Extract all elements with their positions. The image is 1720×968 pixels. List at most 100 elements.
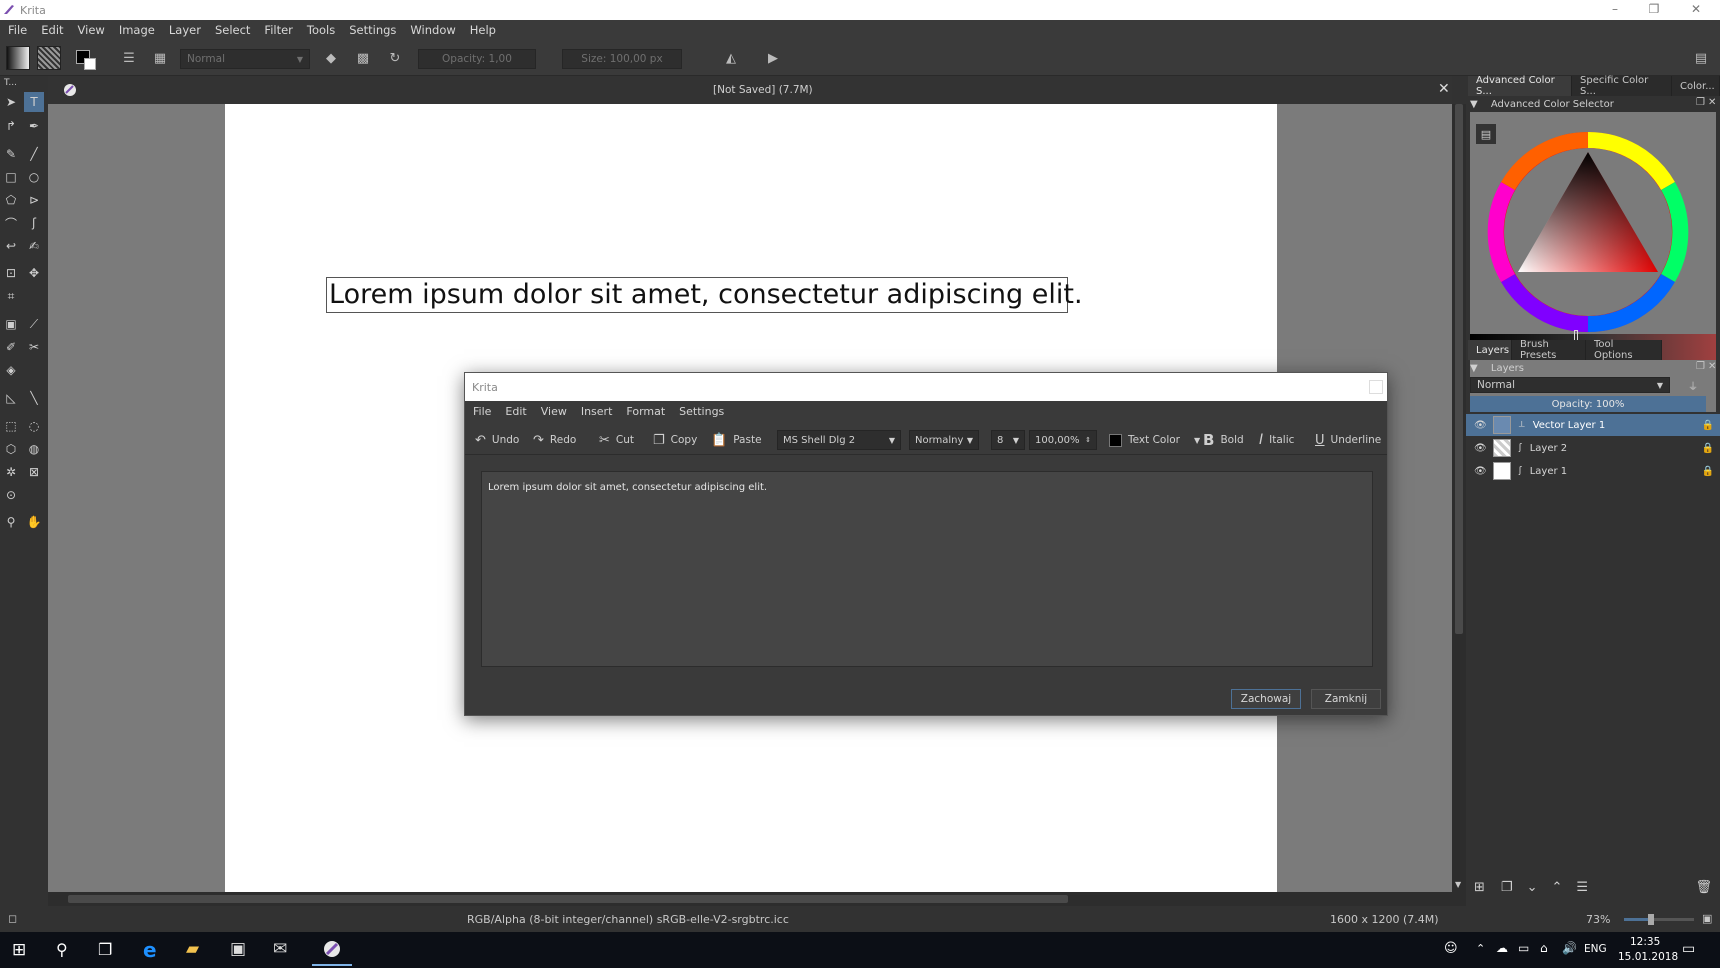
close-document-icon[interactable]: ✕ xyxy=(1438,81,1450,97)
edit-shapes-tool-icon[interactable]: ↱ xyxy=(1,116,21,136)
dialog-close-icon[interactable] xyxy=(1369,380,1383,394)
paragraph-style-select[interactable]: Normalny ▼ xyxy=(909,430,979,450)
italic-button[interactable]: I Italic xyxy=(1259,431,1294,449)
task-view-icon[interactable]: ❐ xyxy=(98,940,112,959)
workspace-chooser-icon[interactable]: ▤ xyxy=(1690,47,1712,69)
ellipse-tool-icon[interactable]: ○ xyxy=(24,167,44,187)
search-icon[interactable]: ⚲ xyxy=(56,940,68,959)
chevron-down-icon[interactable]: ▼ xyxy=(1194,436,1200,445)
crop-tool-icon[interactable]: ⌗ xyxy=(1,286,21,306)
size-slider[interactable]: Size: 100,00 px xyxy=(562,49,682,69)
save-button[interactable]: Zachowaj xyxy=(1231,689,1301,709)
clock-time[interactable]: 12:35 xyxy=(1630,936,1660,948)
brush-presets-icon[interactable]: ▦ xyxy=(149,47,171,69)
canvas-only-icon[interactable]: ▣ xyxy=(1702,912,1712,925)
canvas-text-shape[interactable]: Lorem ipsum dolor sit amet, consectetur … xyxy=(326,277,1083,313)
font-size-select[interactable]: 8 ▼ xyxy=(991,430,1025,450)
tab-tool-options[interactable]: Tool Options xyxy=(1586,339,1662,361)
layer-lock-icon[interactable]: 🔒 xyxy=(1702,466,1714,477)
color-picker-tool-icon[interactable]: ⟋ xyxy=(24,314,44,334)
close-window-button[interactable]: ✕ xyxy=(1676,2,1716,18)
dynamic-brush-tool-icon[interactable]: ↩ xyxy=(1,236,21,256)
add-layer-icon[interactable]: ⊞ xyxy=(1474,880,1485,895)
delete-layer-icon[interactable]: 🗑 xyxy=(1695,880,1712,895)
zoom-slider[interactable] xyxy=(1624,914,1694,925)
minimize-button[interactable]: – xyxy=(1595,2,1635,18)
visibility-eye-icon[interactable]: 👁 xyxy=(1474,443,1487,454)
bold-button[interactable]: B Bold xyxy=(1203,431,1244,449)
menu-image[interactable]: Image xyxy=(119,23,155,37)
onedrive-icon[interactable]: ☁ xyxy=(1496,941,1508,955)
close-docker-icon[interactable]: ✕ xyxy=(1708,97,1716,108)
menu-help[interactable]: Help xyxy=(470,23,496,37)
move-tool-icon[interactable]: ✥ xyxy=(24,263,44,283)
close-button[interactable]: Zamknij xyxy=(1311,689,1381,709)
filter-icon[interactable]: ⏚ xyxy=(1688,378,1698,393)
menu-layer[interactable]: Layer xyxy=(169,23,201,37)
zoom-spinbox[interactable]: 100,00% ⇕ xyxy=(1029,430,1097,450)
horizontal-scrollbar[interactable] xyxy=(48,892,1466,906)
bezier-tool-icon[interactable]: ⌒ xyxy=(1,213,21,233)
menu-tools[interactable]: Tools xyxy=(307,23,335,37)
freehand-select-tool-icon[interactable]: ◍ xyxy=(24,439,44,459)
underline-button[interactable]: U Underline xyxy=(1315,431,1381,449)
collapse-icon[interactable]: ▼ xyxy=(1470,363,1478,374)
tab-layers[interactable]: Layers xyxy=(1468,340,1512,360)
duplicate-layer-icon[interactable]: ❐ xyxy=(1501,880,1513,895)
rectangle-tool-icon[interactable]: □ xyxy=(1,167,21,187)
tab-specific-color-selector[interactable]: Specific Color S... xyxy=(1572,75,1672,97)
float-docker-icon[interactable]: ❐ xyxy=(1696,361,1705,372)
rich-text-editor[interactable]: Lorem ipsum dolor sit amet, consectetur … xyxy=(481,471,1373,667)
mirror-horizontal-icon[interactable]: ◭ xyxy=(720,47,742,69)
vertical-scroll-thumb[interactable] xyxy=(1455,104,1463,634)
text-color-button[interactable]: Text Color ▼ xyxy=(1109,431,1200,449)
float-docker-icon[interactable]: ❐ xyxy=(1696,97,1705,108)
freehand-path-tool-icon[interactable]: ʃ xyxy=(24,213,44,233)
multibrush-tool-icon[interactable]: ✍ xyxy=(24,236,44,256)
pattern-preset-button[interactable] xyxy=(37,46,61,70)
hsv-color-wheel[interactable] xyxy=(1478,122,1698,342)
move-layer-down-icon[interactable]: ⌄ xyxy=(1527,880,1538,895)
collapse-icon[interactable]: ▼ xyxy=(1470,99,1478,110)
gradient-preset-button[interactable] xyxy=(6,46,30,70)
colorize-mask-tool-icon[interactable]: ✐ xyxy=(1,337,21,357)
fill-tool-icon[interactable]: ◈ xyxy=(1,360,21,380)
volume-icon[interactable]: 🔊 xyxy=(1562,941,1577,955)
mail-icon[interactable]: ✉ xyxy=(273,939,287,959)
assistant-tool-icon[interactable]: ◺ xyxy=(1,388,21,408)
polygon-select-tool-icon[interactable]: ⬡ xyxy=(1,439,21,459)
zoom-tool-icon[interactable]: ⚲ xyxy=(1,512,21,532)
menu-view[interactable]: View xyxy=(78,23,105,37)
bezier-select-tool-icon[interactable]: ⊙ xyxy=(1,485,21,505)
paste-button[interactable]: 📋 Paste xyxy=(711,431,762,449)
dialog-menu-file[interactable]: File xyxy=(473,405,491,418)
font-family-select[interactable]: MS Shell Dlg 2 ▼ xyxy=(777,430,901,450)
edit-brush-settings-icon[interactable]: ☰ xyxy=(118,47,140,69)
similar-select-tool-icon[interactable]: ⊠ xyxy=(24,462,44,482)
dialog-menu-format[interactable]: Format xyxy=(626,405,665,418)
battery-icon[interactable]: ▭ xyxy=(1518,941,1529,955)
zoom-level[interactable]: 73% xyxy=(1586,913,1610,926)
menu-window[interactable]: Window xyxy=(410,23,455,37)
input-language[interactable]: ENG xyxy=(1584,943,1607,955)
pan-tool-icon[interactable]: ✋ xyxy=(24,512,44,532)
transform-tool-icon[interactable]: ⊡ xyxy=(1,263,21,283)
clock-date[interactable]: 15.01.2018 xyxy=(1618,951,1678,963)
undo-button[interactable]: ↶ Undo xyxy=(475,431,519,449)
reload-preset-icon[interactable]: ↻ xyxy=(384,47,406,69)
people-icon[interactable]: ☺ xyxy=(1444,941,1458,956)
menu-edit[interactable]: Edit xyxy=(41,23,63,37)
file-explorer-icon[interactable]: ▰ xyxy=(186,939,199,959)
menu-settings[interactable]: Settings xyxy=(349,23,396,37)
spin-arrows-icon[interactable]: ⇕ xyxy=(1085,436,1091,444)
menu-file[interactable]: File xyxy=(8,23,27,37)
layer-opacity-slider[interactable]: Opacity: 100% xyxy=(1470,396,1706,412)
tab-advanced-color-selector[interactable]: Advanced Color S... xyxy=(1468,75,1572,97)
calligraphy-tool-icon[interactable]: ✒ xyxy=(24,116,44,136)
measure-tool-icon[interactable]: ╲ xyxy=(24,388,44,408)
layer-properties-icon[interactable]: ☰ xyxy=(1576,880,1588,895)
polygon-tool-icon[interactable]: ⬠ xyxy=(1,190,21,210)
fg-bg-color-button[interactable] xyxy=(76,46,102,72)
ellipse-select-tool-icon[interactable]: ◌ xyxy=(24,416,44,436)
blend-mode-select[interactable]: Normal ▼ xyxy=(180,49,310,69)
